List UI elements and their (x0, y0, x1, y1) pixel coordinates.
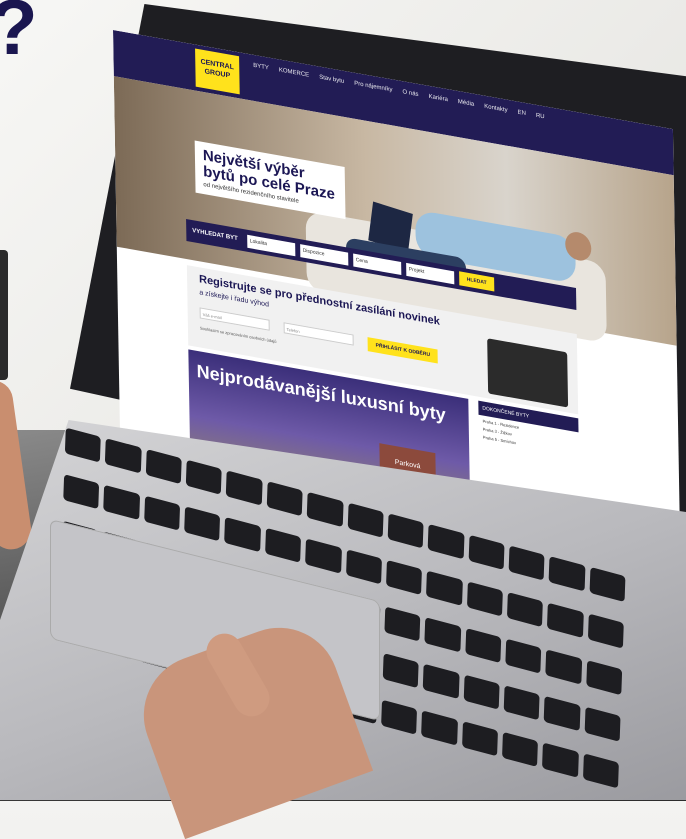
nav-item[interactable]: KOMERCE (279, 67, 309, 78)
phone-edge (0, 250, 8, 380)
keyboard-key (547, 602, 584, 638)
keyboard-key (545, 649, 582, 685)
keyboard-key (345, 549, 382, 585)
keyboard-key (145, 448, 182, 485)
keyboard-key (264, 527, 302, 563)
keyboard-key (185, 459, 223, 495)
search-button[interactable]: HLEDAT (458, 271, 495, 292)
keyboard-key (184, 506, 221, 542)
keyboard-key (424, 617, 461, 653)
keyboard-key (384, 606, 421, 642)
keyboard-key (466, 581, 503, 617)
keyboard-key (382, 653, 419, 689)
keyboard-key (224, 517, 261, 553)
devices-image (487, 338, 569, 408)
keyboard-key (387, 513, 424, 549)
nav-item[interactable]: O nás (402, 89, 418, 98)
keyboard-key (306, 491, 344, 528)
keyboard-key (427, 524, 465, 560)
keyboard-key (143, 495, 181, 531)
keyboard-key (422, 663, 460, 699)
filter-select[interactable]: Cena (352, 252, 401, 275)
nav-item[interactable]: Média (458, 99, 474, 108)
keyboard-key (347, 502, 384, 538)
filter-select[interactable]: Projekt (405, 262, 454, 284)
keyboard-key (103, 484, 140, 521)
nav-item[interactable]: EN (518, 110, 526, 117)
keyboard-key (463, 674, 500, 710)
keyboard-key (305, 538, 342, 574)
keyboard-key (226, 470, 263, 506)
keyboard-key (464, 627, 502, 664)
search-label: VYHLEDAT BYT (192, 228, 238, 243)
keyboard-key (548, 556, 586, 592)
keyboard-key (506, 592, 544, 628)
nav-item[interactable]: Stav bytu (319, 74, 344, 84)
keyboard-key (266, 481, 303, 517)
keyboard-key (584, 706, 621, 742)
register-button[interactable]: PŘIHLÁSIT K ODBĚRU (367, 337, 439, 364)
nav-item[interactable]: BYTY (253, 63, 269, 72)
nav-item[interactable]: Kariéra (428, 94, 447, 103)
keyboard-key (543, 695, 581, 732)
keyboard-key (63, 474, 100, 510)
keyboard-key (503, 685, 540, 721)
keyboard-key (582, 753, 619, 789)
keyboard-key (542, 742, 579, 778)
site-logo[interactable]: CENTRAL GROUP (195, 48, 240, 95)
keyboard-key (585, 660, 623, 696)
keyboard-key (426, 570, 463, 606)
corner-glyph: ? (0, 0, 38, 73)
keyboard-key (501, 731, 539, 767)
keyboard-key (508, 545, 545, 581)
keyboard-key (421, 710, 458, 746)
keyboard-key (380, 699, 418, 735)
keyboard-key (587, 613, 624, 649)
keyboard-key (505, 638, 542, 674)
keyboard-key (105, 438, 142, 474)
keyboard-key (64, 427, 102, 463)
phone-field[interactable]: Telefon (283, 322, 354, 346)
nav-item[interactable]: Pro nájemníky (354, 81, 392, 94)
keyboard-key (589, 566, 626, 603)
nav-item[interactable]: Kontakty (484, 104, 507, 114)
keyboard-key (468, 534, 505, 570)
filter-select[interactable]: Dispozice (299, 243, 348, 266)
nav-item[interactable]: RU (536, 113, 545, 121)
keyboard-key (461, 721, 498, 757)
filter-select[interactable]: Lokalita (246, 234, 295, 256)
keyboard-key (385, 559, 423, 596)
